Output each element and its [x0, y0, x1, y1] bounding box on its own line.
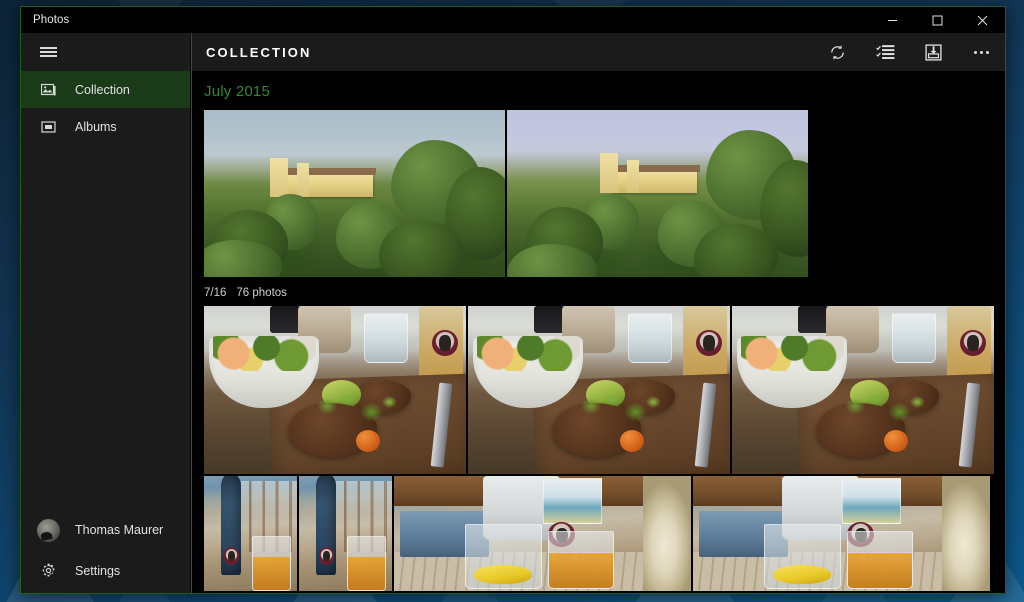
photo-row-drinks: [204, 476, 1005, 591]
photo-bar-1[interactable]: [204, 476, 297, 591]
hamburger-icon[interactable]: [33, 37, 63, 67]
page-title: COLLECTION: [206, 44, 312, 60]
sidebar-item-label: Albums: [75, 119, 117, 134]
navigation-sidebar: Collection Albums Thomas Maurer Settings: [21, 33, 191, 593]
sidebar-item-collection[interactable]: Collection: [21, 71, 190, 108]
collection-icon: [33, 83, 63, 97]
photo-castle-1[interactable]: [204, 110, 505, 277]
photo-bar-2[interactable]: [299, 476, 392, 591]
day-group-meta: 7/16 76 photos: [204, 277, 1005, 306]
month-heading: July 2015: [204, 83, 271, 100]
sidebar-item-albums[interactable]: Albums: [21, 108, 190, 145]
window-controls: [870, 7, 1005, 33]
day-photo-count: 76 photos: [236, 287, 287, 299]
desktop-background: Photos Collection Albums Thomas Maurer S…: [0, 0, 1024, 602]
photo-row-food: [204, 306, 1005, 474]
photos-app-window: Photos Collection Albums Thomas Maurer S…: [20, 6, 1006, 594]
avatar: [33, 518, 63, 542]
maximize-button[interactable]: [915, 7, 960, 33]
photo-grid-scroll[interactable]: July 2015 7/16 76 photos: [192, 71, 1005, 593]
command-bar: COLLECTION: [192, 33, 1005, 71]
photo-steak-2[interactable]: [468, 306, 730, 474]
photo-bar-3[interactable]: [394, 476, 691, 591]
photo-bar-4[interactable]: [693, 476, 990, 591]
photo-steak-1[interactable]: [204, 306, 466, 474]
checklist-icon: [875, 44, 894, 59]
hamburger-row: [21, 33, 190, 71]
photo-steak-3[interactable]: [732, 306, 994, 474]
sidebar-item-label: Collection: [75, 82, 130, 97]
day-date: 7/16: [204, 287, 227, 299]
select-button[interactable]: [861, 33, 909, 71]
photo-row-castles: [204, 110, 1005, 277]
more-button[interactable]: [957, 33, 1005, 71]
account-name-label: Thomas Maurer: [75, 523, 164, 537]
refresh-icon: [830, 44, 844, 60]
refresh-button[interactable]: [813, 33, 861, 71]
close-button[interactable]: [960, 7, 1005, 33]
albums-icon: [33, 120, 63, 134]
import-icon: [924, 43, 942, 61]
settings-label: Settings: [75, 563, 121, 578]
ellipsis-icon: [973, 50, 989, 54]
minimize-button[interactable]: [870, 7, 915, 33]
sidebar-item-settings[interactable]: Settings: [21, 552, 190, 589]
sidebar-bottom-section: Thomas Maurer Settings: [21, 508, 190, 593]
window-title: Photos: [33, 14, 70, 26]
title-bar: Photos: [21, 7, 1005, 33]
command-actions: [813, 33, 1005, 71]
import-button[interactable]: [909, 33, 957, 71]
sidebar-item-account[interactable]: Thomas Maurer: [21, 508, 190, 552]
gear-icon: [33, 563, 63, 578]
content-area: COLLECTION July 2015 7/16 76 photos: [191, 33, 1005, 593]
window-body: Collection Albums Thomas Maurer Settings…: [21, 33, 1005, 593]
photo-castle-2[interactable]: [507, 110, 808, 277]
